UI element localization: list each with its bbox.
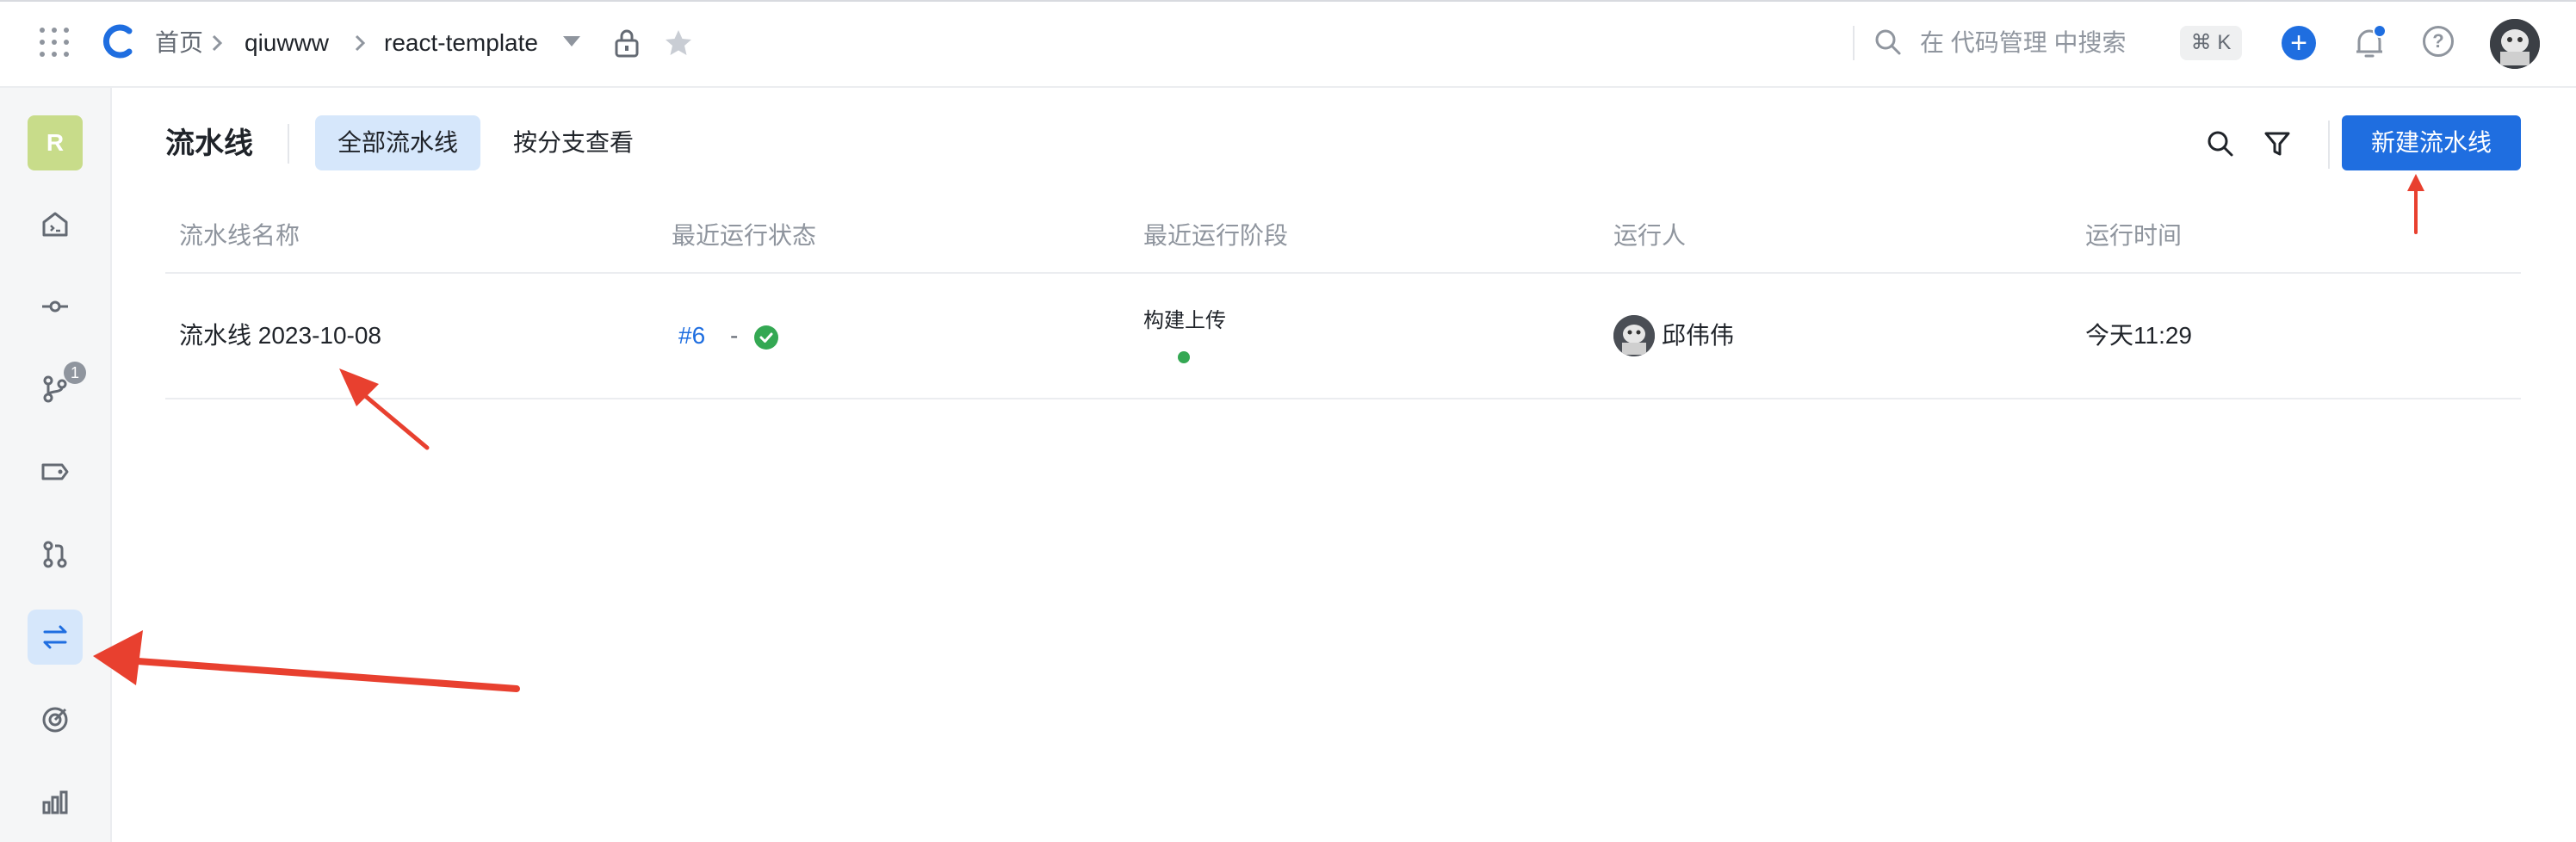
shortcut-hint: ⌘ K [2180,26,2242,60]
user-avatar[interactable] [2490,19,2540,69]
column-header-status: 最近运行状态 [672,222,817,249]
row-divider [165,398,2521,399]
run-time: 今天11:29 [2085,322,2192,349]
top-border [0,0,2576,2]
sidebar: R 1 [0,88,112,842]
column-header-stage: 最近运行阶段 [1143,222,1289,249]
branch-count-badge: 1 [64,362,86,384]
pipeline-name[interactable]: 流水线 2023-10-08 [179,319,381,353]
new-pipeline-button[interactable]: 新建流水线 [2342,115,2521,170]
chevron-right-icon [212,34,223,52]
run-number-link[interactable]: #6 [678,319,705,353]
breadcrumb-repo[interactable]: react-template [384,24,538,62]
stage-label[interactable]: 构建上传 [1143,306,1226,336]
top-bar: 首页 qiuwww react-template 在 代码管理 中搜索 ⌘ K … [0,0,2576,88]
apps-grid-icon[interactable] [40,28,71,59]
target-icon[interactable] [28,692,83,747]
code-home-icon[interactable] [28,196,83,251]
lock-icon[interactable] [613,28,641,59]
breadcrumb-home[interactable]: 首页 [155,24,203,62]
repo-avatar[interactable]: R [28,115,83,170]
plus-icon[interactable]: + [2282,26,2316,60]
notification-dot [2373,24,2387,38]
filter-icon[interactable] [2263,129,2292,158]
header-divider [165,272,2521,274]
pipeline-icon[interactable] [28,610,83,665]
divider [1853,26,1855,60]
search-icon[interactable] [1873,28,1903,57]
commit-icon[interactable] [28,279,83,334]
chevron-right-icon [355,34,366,52]
help-icon[interactable]: ? [2423,26,2454,57]
merge-request-icon[interactable] [28,527,83,582]
runner-name: 邱伟伟 [1662,322,1735,349]
divider [288,124,289,164]
page-title: 流水线 [165,127,253,160]
bell-icon[interactable] [2352,24,2387,62]
tab-by-branch[interactable]: 按分支查看 [491,115,656,170]
column-header-name: 流水线名称 [179,222,300,249]
search-input[interactable]: 在 代码管理 中搜索 [1920,24,2127,62]
breadcrumb-user[interactable]: qiuwww [245,24,329,62]
stats-icon[interactable] [28,775,83,830]
tag-icon[interactable] [28,444,83,499]
search-icon[interactable] [2206,129,2235,158]
tab-all-pipelines[interactable]: 全部流水线 [315,115,481,170]
success-check-icon [754,325,778,350]
divider [2328,121,2330,169]
caret-down-icon[interactable] [563,36,580,46]
status-separator: - [730,322,739,349]
star-icon[interactable] [663,28,694,59]
runner-avatar [1613,315,1655,356]
annotation-arrow-sidebar [134,658,520,692]
annotation-arrowhead [339,368,379,406]
column-header-time: 运行时间 [2085,222,2183,249]
stage-status-dot[interactable] [1178,351,1190,363]
annotation-arrowhead [2407,174,2424,191]
annotation-arrow-pipeline-name [361,392,430,450]
column-header-runner: 运行人 [1613,222,1687,249]
logo-icon[interactable] [102,22,139,60]
